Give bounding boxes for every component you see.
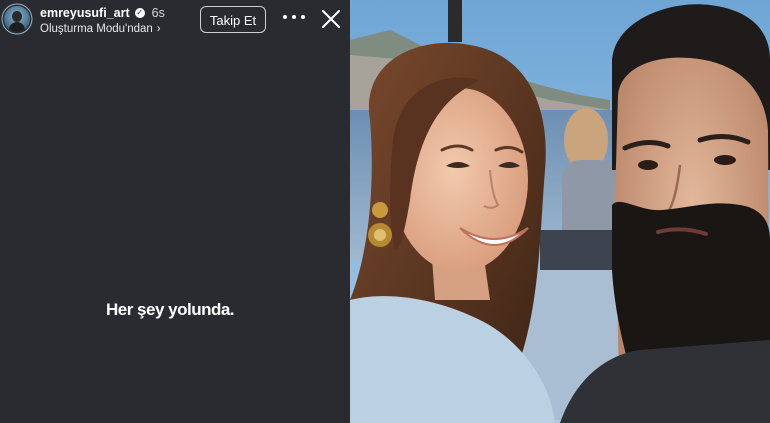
story-timestamp: 6s xyxy=(151,6,165,20)
more-options-icon[interactable] xyxy=(283,9,305,25)
story-header: emreyusufi_art ✓ 6s Oluşturma Modu'ndan ›… xyxy=(0,0,350,44)
verified-badge-icon: ✓ xyxy=(134,8,145,18)
avatar-head xyxy=(12,11,22,22)
chevron-right-icon: › xyxy=(156,23,161,35)
username-row: emreyusufi_art ✓ 6s xyxy=(40,6,165,20)
more-dot xyxy=(292,15,296,19)
story-caption: Her şey yolunda. xyxy=(105,300,235,319)
close-icon[interactable] xyxy=(320,8,342,30)
creation-mode-label: Oluşturma Modu'ndan xyxy=(40,23,153,35)
more-dot xyxy=(283,15,287,19)
selfie-photo-illustration xyxy=(350,0,770,423)
creation-mode-link[interactable]: Oluşturma Modu'ndan › xyxy=(40,23,161,35)
selfie-photo xyxy=(350,0,770,423)
username[interactable]: emreyusufi_art xyxy=(40,6,130,20)
avatar-body xyxy=(9,22,25,32)
story-viewer: emreyusufi_art ✓ 6s Oluşturma Modu'ndan ›… xyxy=(0,0,350,423)
screenshot-canvas: emreyusufi_art ✓ 6s Oluşturma Modu'ndan ›… xyxy=(0,0,770,423)
more-dot xyxy=(301,15,305,19)
follow-button[interactable]: Takip Et xyxy=(200,6,266,33)
avatar[interactable] xyxy=(4,6,30,32)
